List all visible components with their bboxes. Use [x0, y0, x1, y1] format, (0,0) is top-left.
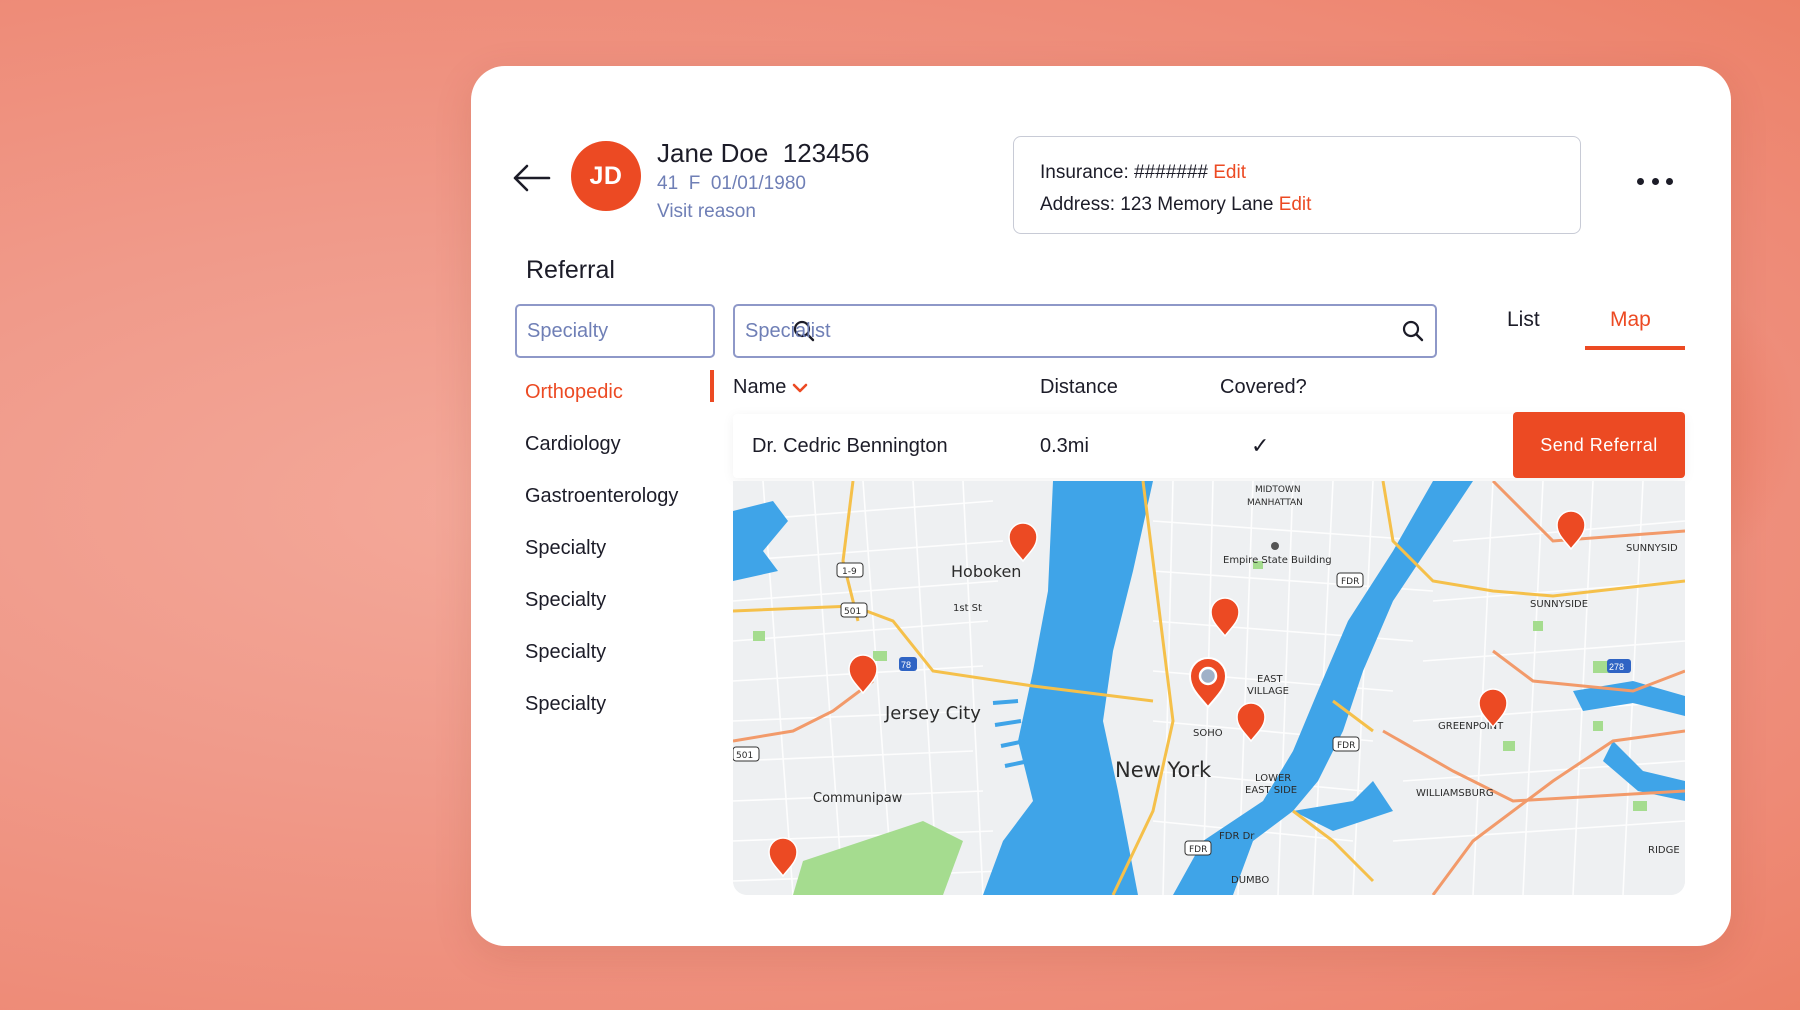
- column-header-name[interactable]: Name: [733, 376, 808, 399]
- distance-value: 0.3mi: [1040, 434, 1089, 457]
- specialty-item[interactable]: Cardiology: [525, 418, 705, 470]
- map-label-ridge: RIDGE: [1648, 845, 1680, 856]
- specialist-search-box: [733, 304, 1437, 358]
- specialty-item[interactable]: Specialty: [525, 522, 705, 574]
- covered-check-icon: ✓: [1251, 433, 1270, 458]
- address-line: Address: 123 Memory Lane Edit: [1040, 189, 1554, 221]
- route-shield-501: 501: [840, 602, 868, 618]
- map-label-dumbo: DUMBO: [1231, 875, 1269, 886]
- map-label-sunnyside-edge: SUNNYSID: [1626, 543, 1678, 554]
- route-shield-fdr-2: FDR: [1332, 736, 1360, 752]
- specialty-list: Orthopedic Cardiology Gastroenterology S…: [525, 366, 705, 730]
- edit-insurance-link[interactable]: Edit: [1213, 162, 1246, 183]
- section-title: Referral: [526, 256, 615, 284]
- map-label-fdr-dr: FDR Dr: [1219, 831, 1255, 842]
- map-label-1st-st: 1st St: [953, 603, 982, 614]
- map-label-sunnyside: SUNNYSIDE: [1530, 599, 1588, 610]
- route-shield-78: 78: [899, 657, 917, 671]
- specialty-item[interactable]: Specialty: [525, 626, 705, 678]
- map-label-manhattan: MANHATTAN: [1247, 498, 1303, 508]
- specialist-search-input[interactable]: [745, 319, 1401, 343]
- column-header-distance: Distance: [1040, 376, 1118, 398]
- map-label-east: EAST: [1257, 674, 1284, 685]
- svg-text:FDR: FDR: [1189, 845, 1207, 855]
- insurance-line: Insurance: ####### Edit: [1040, 157, 1554, 189]
- selected-specialty-indicator: [710, 370, 714, 402]
- map-label-lower: LOWER: [1255, 773, 1291, 784]
- specialty-item[interactable]: Specialty: [525, 678, 705, 730]
- search-icon[interactable]: [1401, 319, 1425, 343]
- map-label-communipaw: Communipaw: [813, 791, 903, 806]
- route-shield-fdr-3: FDR: [1184, 840, 1212, 856]
- tab-list[interactable]: List: [1507, 308, 1540, 332]
- patient-meta: 41 F 01/01/1980: [657, 173, 806, 194]
- svg-text:78: 78: [901, 660, 911, 670]
- svg-text:FDR: FDR: [1341, 577, 1359, 587]
- map-label-empire-state: Empire State Building: [1223, 555, 1332, 566]
- insurance-address-box: Insurance: ####### Edit Address: 123 Mem…: [1013, 136, 1581, 234]
- map-label-midtown: MIDTOWN: [1255, 485, 1301, 495]
- specialist-name: Dr. Cedric Bennington: [752, 434, 948, 457]
- route-shield-278: 278: [1607, 659, 1631, 673]
- map-label-east-side: EAST SIDE: [1245, 785, 1297, 796]
- insurance-label: Insurance: #######: [1040, 162, 1214, 183]
- map-label-hoboken: Hoboken: [951, 562, 1021, 581]
- visit-reason-link[interactable]: Visit reason: [657, 201, 756, 223]
- map-label-jersey-city: Jersey City: [884, 703, 981, 724]
- column-header-covered: Covered?: [1220, 376, 1307, 398]
- send-referral-button[interactable]: Send Referral: [1513, 412, 1685, 478]
- route-shield-501-lower: 501: [733, 746, 760, 762]
- svg-text:1-9: 1-9: [842, 567, 857, 577]
- referral-card: JD Jane Doe 123456 41 F 01/01/1980 Visit…: [471, 66, 1731, 946]
- specialty-item[interactable]: Gastroenterology: [525, 470, 705, 522]
- tab-map[interactable]: Map: [1610, 308, 1651, 332]
- chevron-down-icon[interactable]: [792, 382, 808, 394]
- svg-text:501: 501: [736, 751, 753, 761]
- column-header-name-label: Name: [733, 376, 787, 398]
- specialty-search-box: [515, 304, 815, 358]
- svg-text:FDR: FDR: [1337, 741, 1355, 751]
- specialty-item[interactable]: Specialty: [525, 574, 705, 626]
- landmark-icon: [1271, 542, 1279, 550]
- avatar: JD: [571, 141, 641, 211]
- map-label-williamsburg: WILLIAMSBURG: [1416, 788, 1494, 799]
- active-tab-underline: [1585, 346, 1685, 350]
- map-canvas[interactable]: Hoboken Jersey City New York Communipaw …: [733, 481, 1685, 895]
- specialty-item[interactable]: Orthopedic: [525, 366, 705, 418]
- map-label-soho: SOHO: [1193, 728, 1223, 739]
- address-label: Address: 123 Memory Lane: [1040, 194, 1279, 215]
- route-shield-fdr: FDR: [1336, 572, 1364, 588]
- edit-address-link[interactable]: Edit: [1279, 194, 1312, 215]
- svg-text:501: 501: [844, 607, 861, 617]
- back-arrow-icon[interactable]: [511, 162, 551, 194]
- patient-name: Jane Doe 123456: [657, 138, 870, 168]
- more-options-icon[interactable]: [1637, 174, 1673, 188]
- map-label-new-york: New York: [1115, 758, 1212, 782]
- route-shield-19: 1-9: [836, 562, 864, 578]
- svg-text:278: 278: [1609, 662, 1624, 672]
- table-row[interactable]: Dr. Cedric Bennington 0.3mi ✓ Send Refer…: [733, 412, 1685, 478]
- map-label-village: VILLAGE: [1247, 686, 1289, 697]
- map-view[interactable]: Hoboken Jersey City New York Communipaw …: [733, 481, 1685, 895]
